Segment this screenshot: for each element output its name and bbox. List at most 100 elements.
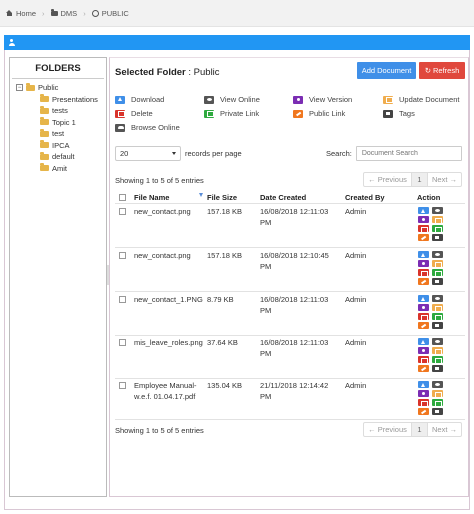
edit-icon[interactable] [432,347,443,355]
info-icon[interactable] [418,390,429,397]
info-icon[interactable] [418,260,429,267]
eye-icon[interactable] [432,381,443,388]
trash-icon[interactable] [418,225,429,233]
file-name-cell[interactable]: mis_leave_roles.png [134,338,204,349]
collapse-toggle-icon[interactable]: − [16,84,23,91]
download-icon[interactable] [418,207,429,214]
link-icon[interactable] [418,234,429,241]
tree-node-default[interactable]: default [40,151,75,162]
external-link-icon[interactable] [432,399,443,407]
select-all-checkbox[interactable] [119,194,126,201]
tree-node-label: Topic 1 [52,117,76,127]
file-name-cell[interactable]: new_contact.png [134,251,204,262]
column-file-name[interactable]: File Name [134,193,169,202]
next-page-button[interactable]: Next → [428,173,461,186]
link-icon[interactable] [418,365,429,372]
trash-icon[interactable] [418,313,429,321]
folders-title: FOLDERS [35,63,81,74]
file-size-cell: 157.18 KB [207,207,243,216]
tree-node-ipca[interactable]: IPCA [40,140,70,151]
eye-icon[interactable] [432,295,443,302]
tree-node-presentations[interactable]: Presentations [40,94,98,105]
tag-icon[interactable] [432,408,443,415]
external-link-icon[interactable] [432,356,443,364]
edit-icon[interactable] [432,260,443,268]
column-date-created[interactable]: Date Created [260,193,306,202]
info-icon[interactable] [418,304,429,311]
tag-icon[interactable] [432,322,443,329]
breadcrumb-home[interactable]: Home [6,9,36,18]
external-link-icon[interactable] [432,225,443,233]
page-length-label: records per page [185,149,242,158]
legend-delete: Delete [115,109,153,118]
info-icon[interactable] [418,216,429,223]
info-icon[interactable] [418,347,429,354]
download-icon[interactable] [418,338,429,345]
eye-icon[interactable] [432,338,443,345]
divider [115,378,465,379]
edit-icon[interactable] [432,304,443,312]
download-icon[interactable] [418,295,429,302]
tree-node-tests[interactable]: tests [40,105,68,116]
tree-node-topic-1[interactable]: Topic 1 [40,117,76,128]
file-name-cell[interactable]: Employee Manual-w.e.f. 01.04.17.pdf [134,381,204,402]
page-number-button[interactable]: 1 [412,173,428,186]
tree-node-label: tests [52,106,68,115]
file-size-cell: 157.18 KB [207,251,243,260]
previous-page-button[interactable]: ← Previous [364,423,412,436]
link-icon[interactable] [418,408,429,415]
page-number-button[interactable]: 1 [412,423,428,436]
breadcrumb: Home › DMS › PUBLIC [0,0,474,27]
table-row: Employee Manual-w.e.f. 01.04.17.pdf 135.… [115,381,465,423]
chevron-down-icon [172,152,176,155]
tree-node-test[interactable]: test [40,128,64,139]
row-checkbox[interactable] [119,296,126,303]
trash-icon[interactable] [418,356,429,364]
created-by-cell: Admin [345,381,367,390]
legend-label: Delete [131,109,153,118]
row-checkbox[interactable] [119,339,126,346]
created-by-cell: Admin [345,251,367,260]
page-length-select[interactable]: 20 [115,146,181,161]
download-icon[interactable] [418,381,429,388]
column-created-by[interactable]: Created By [345,193,385,202]
trash-icon[interactable] [418,399,429,407]
breadcrumb-dms[interactable]: DMS [50,9,77,18]
tag-icon[interactable] [432,365,443,372]
file-name-cell[interactable]: new_contact_1.PNG [134,295,204,306]
link-icon[interactable] [418,322,429,329]
search-input[interactable] [355,146,462,161]
external-link-icon [204,109,214,118]
link-icon[interactable] [418,278,429,285]
eye-icon[interactable] [432,251,443,258]
home-icon [6,10,13,16]
row-checkbox[interactable] [119,382,126,389]
download-icon[interactable] [418,251,429,258]
document-panel: Selected Folder : Public Add Document ↻ … [109,57,469,497]
tree-node-public[interactable]: − Public [16,82,58,93]
tree-node-label: Presentations [52,94,98,104]
tag-icon[interactable] [432,234,443,241]
sort-desc-icon[interactable] [199,193,203,197]
file-size-cell: 37.64 KB [207,338,238,347]
file-name-cell[interactable]: new_contact.png [134,207,204,218]
column-file-size[interactable]: File Size [207,193,237,202]
next-page-button[interactable]: Next → [428,423,461,436]
tag-icon[interactable] [432,278,443,285]
external-link-icon[interactable] [432,313,443,321]
previous-page-button[interactable]: ← Previous [364,173,412,186]
row-checkbox[interactable] [119,208,126,215]
external-link-icon[interactable] [432,269,443,277]
breadcrumb-public: PUBLIC [91,9,129,18]
tree-node-amit[interactable]: Amit [40,163,67,174]
row-checkbox[interactable] [119,252,126,259]
add-document-button[interactable]: Add Document [357,62,416,79]
refresh-button[interactable]: ↻ Refresh [419,62,465,79]
eye-icon[interactable] [432,207,443,214]
edit-icon[interactable] [432,390,443,398]
trash-icon[interactable] [418,269,429,277]
legend-label: View Version [309,95,353,104]
edit-icon[interactable] [432,216,443,224]
action-legend: Download View Online View Version Update… [115,95,465,135]
folder-icon [50,9,58,16]
